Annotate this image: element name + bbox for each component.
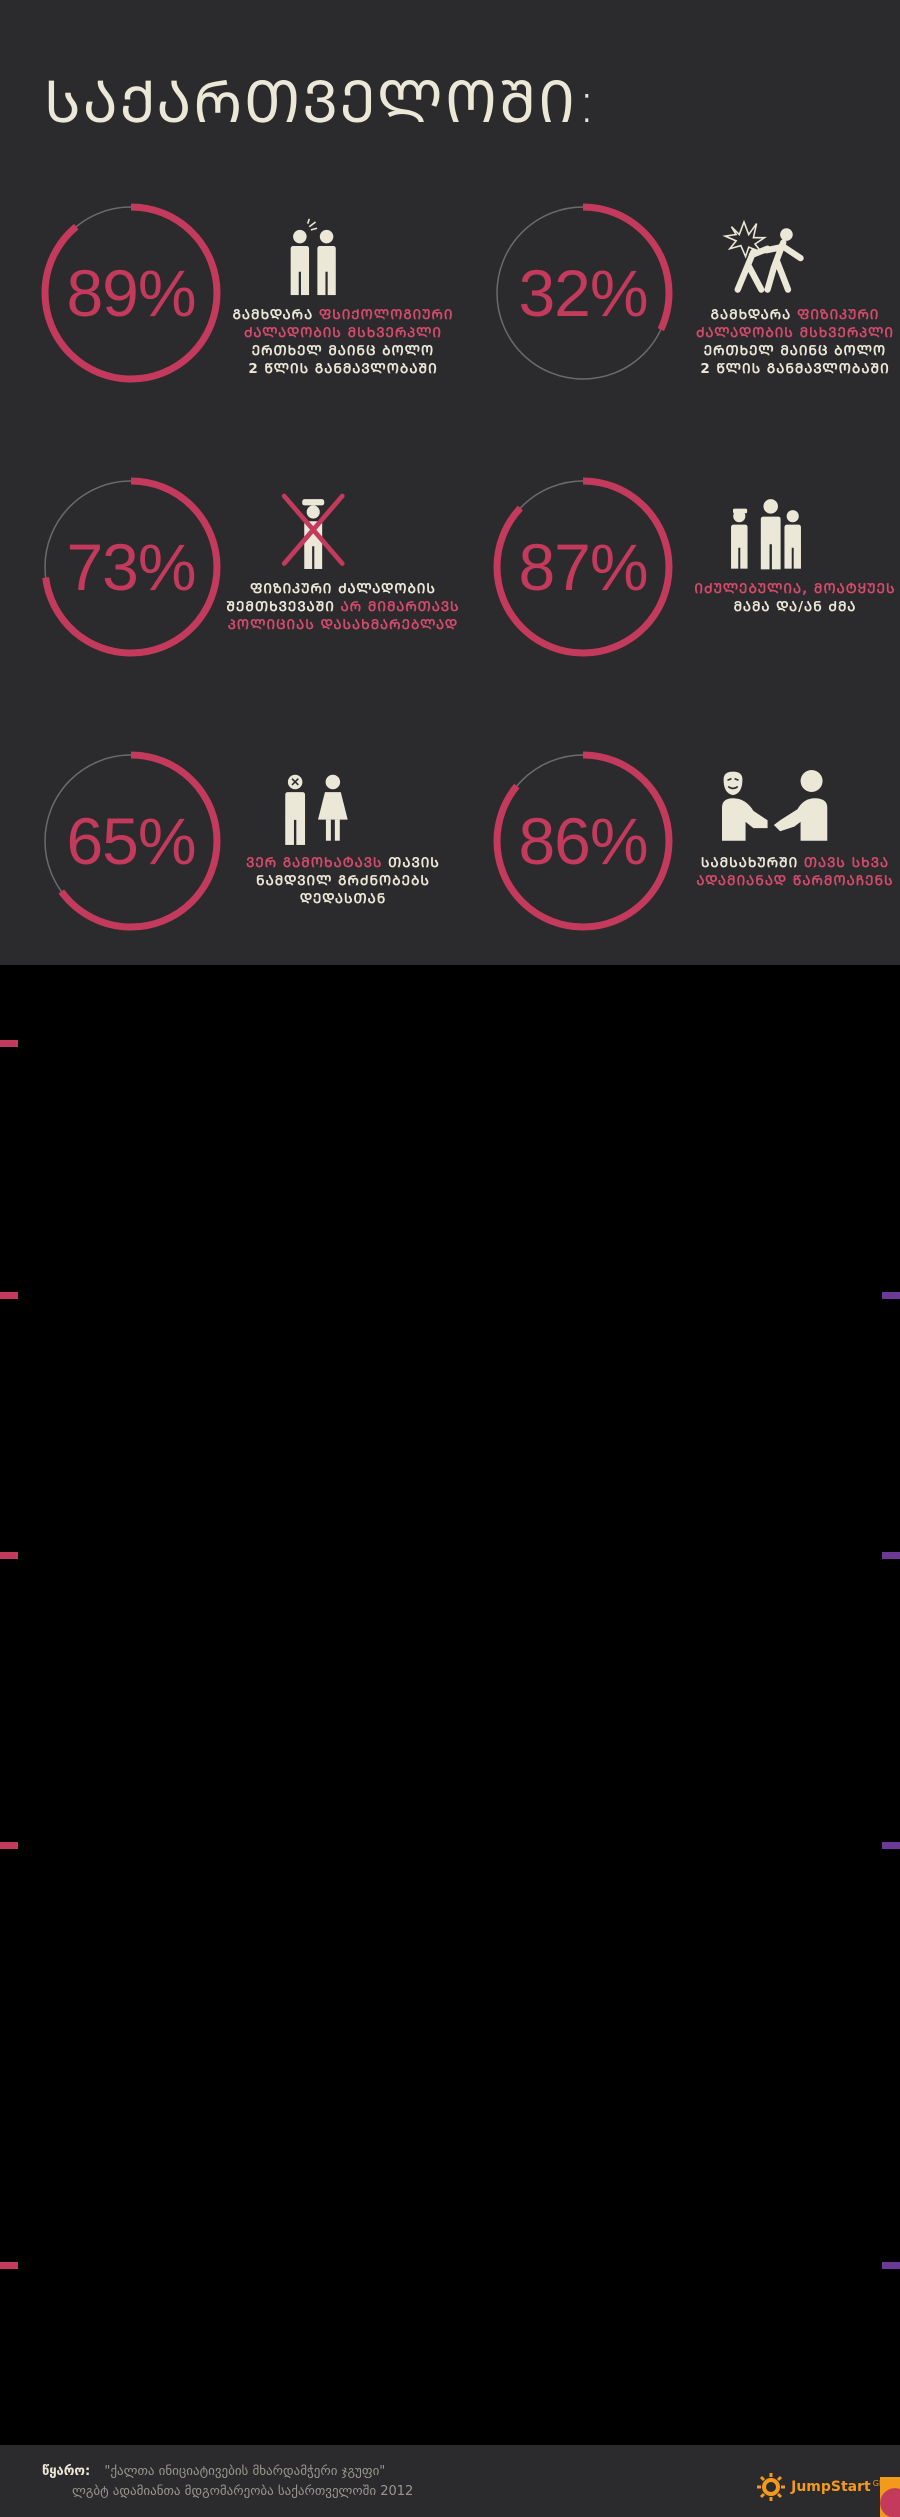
caption-text: 2 ᲬᲚᲘᲡ ᲒᲐᲜᲛᲐᲕᲚᲝᲑᲐᲨᲘ [700,361,890,377]
logo-text: JumpStart [791,2479,871,2495]
percent-value: 87% [518,530,648,604]
stat-caption: ᲡᲐᲛᲡᲐᲮᲣᲠᲨᲘ ᲗᲐᲕᲡ ᲡᲮᲕᲐ ᲐᲓᲐᲛᲘᲐᲜᲐᲓ ᲬᲐᲠᲛᲝᲐᲩᲔᲜᲡ [665,854,900,890]
caption-highlight: ᲕᲔᲠ ᲒᲐᲛᲝᲮᲐᲢᲐᲕᲡ [246,855,383,871]
caption-text: ᲨᲔᲛᲗᲮᲕᲔᲕᲐᲨᲘ [226,599,341,615]
edge-marker [882,1552,900,1559]
stat-caption: ᲒᲐᲛᲮᲓᲐᲠᲐ ᲤᲘᲖᲘᲙᲣᲠᲘ ᲫᲐᲚᲐᲓᲝᲑᲘᲡ ᲛᲡᲮᲕᲔᲠᲞᲚᲘ ᲔᲠᲗᲮ… [665,306,900,378]
stat-caption: ᲕᲔᲠ ᲒᲐᲛᲝᲮᲐᲢᲐᲕᲡ ᲗᲐᲕᲘᲡ ᲜᲐᲛᲓᲕᲘᲚ ᲒᲠᲫᲜᲝᲑᲔᲑᲡ ᲓᲔᲓ… [213,854,473,908]
caption-text: ᲔᲠᲗᲮᲔᲚ ᲛᲐᲘᲜᲪ ᲑᲝᲚᲝ [703,343,887,359]
caption-line: 2 ᲬᲚᲘᲡ ᲒᲐᲜᲛᲐᲕᲚᲝᲑᲐᲨᲘ [665,360,900,378]
caption-line: ᲔᲠᲗᲮᲔᲚ ᲛᲐᲘᲜᲪ ᲑᲝᲚᲝ [213,342,473,360]
family-men-icon [731,499,801,570]
caption-text: ᲒᲐᲛᲮᲓᲐᲠᲐ [710,307,797,323]
caption-text: ᲒᲐᲛᲮᲓᲐᲠᲐ [232,307,319,323]
jumpstart-logo[interactable]: JumpStart GE [757,2472,884,2502]
caption-text: ᲜᲐᲛᲓᲕᲘᲚ ᲒᲠᲫᲜᲝᲑᲔᲑᲡ [256,873,430,889]
percent-value: 89% [66,256,196,330]
man-woman-icon [285,774,348,845]
caption-highlight: ᲗᲐᲕᲡ ᲡᲮᲕᲐ [803,855,890,871]
caption-line: ᲤᲘᲖᲘᲙᲣᲠᲘ ᲫᲐᲚᲐᲓᲝᲑᲘᲡ [213,580,473,598]
caption-text: ᲔᲠᲗᲮᲔᲚ ᲛᲐᲘᲜᲪ ᲑᲝᲚᲝ [251,343,435,359]
caption-text: ᲛᲐᲛᲐ ᲓᲐ/ᲐᲜ ᲫᲛᲐ [733,599,857,615]
caption-line: ᲒᲐᲛᲮᲓᲐᲠᲐ ᲤᲘᲖᲘᲙᲣᲠᲘ [665,306,900,324]
caption-line: ᲞᲝᲚᲘᲪᲘᲐᲡ ᲓᲐᲡᲐᲮᲛᲐᲠᲔᲑᲚᲐᲓ [213,616,473,634]
source-title: "ქალთა ინიციატივების მხარდამჭერი ჯგუფი" [104,2464,386,2479]
sun-icon [757,2473,786,2501]
redacted-region [0,965,900,2445]
edge-marker [0,1552,18,1559]
percent-value: 65% [66,804,196,878]
edge-marker [882,2262,900,2269]
caption-text: ᲓᲔᲓᲐᲡᲗᲐᲜ [299,891,387,907]
two-men-arguing-icon [290,218,336,296]
edge-marker [0,1040,18,1047]
percent-value: 86% [518,804,648,878]
mask-handshake-icon [722,770,828,841]
logo-arc [880,2477,900,2517]
caption-highlight: ᲤᲘᲖᲘᲙᲣᲠᲘ [796,307,880,323]
caption-highlight: ᲫᲐᲚᲐᲓᲝᲑᲘᲡ ᲛᲡᲮᲕᲔᲠᲞᲚᲘ [695,325,895,341]
stat-card: 32% ᲒᲐᲛᲮᲓᲐᲠᲐ ᲤᲘᲖᲘᲙᲣᲠᲘ ᲫᲐᲚᲐᲓᲝᲑᲘᲡ ᲛᲡᲮᲕᲔᲠᲞᲚᲘ Ე… [490,200,900,400]
caption-line: 2 ᲬᲚᲘᲡ ᲒᲐᲜᲛᲐᲕᲚᲝᲑᲐᲨᲘ [213,360,473,378]
caption-highlight: ᲫᲐᲚᲐᲓᲝᲑᲘᲡ ᲛᲡᲮᲕᲔᲠᲞᲚᲘ [243,325,443,341]
caption-highlight: ᲐᲓᲐᲛᲘᲐᲜᲐᲓ ᲬᲐᲠᲛᲝᲐᲩᲔᲜᲡ [696,873,894,889]
caption-text: ᲗᲐᲕᲘᲡ [382,855,440,871]
caption-text: ᲤᲘᲖᲘᲙᲣᲠᲘ ᲫᲐᲚᲐᲓᲝᲑᲘᲡ [250,581,436,597]
edge-marker [0,1292,18,1299]
edge-marker [882,1292,900,1299]
caption-line: ᲒᲐᲛᲮᲓᲐᲠᲐ ᲤᲡᲘᲥᲝᲚᲝᲒᲘᲣᲠᲘ [213,306,473,324]
caption-text: ᲡᲐᲛᲡᲐᲮᲣᲠᲨᲘ [700,855,804,871]
percent-value: 32% [518,256,648,330]
caption-line: ᲔᲠᲗᲮᲔᲚ ᲛᲐᲘᲜᲪ ᲑᲝᲚᲝ [665,342,900,360]
stat-caption: ᲘᲫᲣᲚᲔᲑᲣᲚᲘᲐ, ᲛᲝᲐᲢᲧᲣᲔᲡ ᲛᲐᲛᲐ ᲓᲐ/ᲐᲜ ᲫᲛᲐ [665,580,900,616]
caption-line: ᲜᲐᲛᲓᲕᲘᲚ ᲒᲠᲫᲜᲝᲑᲔᲑᲡ [213,872,473,890]
physical-violence-icon [722,219,804,293]
footer: წყარო: "ქალთა ინიციატივების მხარდამჭერი … [42,2462,882,2512]
caption-line: ᲫᲐᲚᲐᲓᲝᲑᲘᲡ ᲛᲡᲮᲕᲔᲠᲞᲚᲘ [665,324,900,342]
caption-text: 2 ᲬᲚᲘᲡ ᲒᲐᲜᲛᲐᲕᲚᲝᲑᲐᲨᲘ [248,361,438,377]
caption-line: ᲛᲐᲛᲐ ᲓᲐ/ᲐᲜ ᲫᲛᲐ [665,598,900,616]
stat-card: 65% ᲕᲔᲠ ᲒᲐᲛᲝᲮᲐᲢᲐᲕᲡ ᲗᲐᲕᲘᲡ ᲜᲐᲛᲓᲕᲘᲚ ᲒᲠᲫᲜᲝᲑᲔᲑᲡ… [38,748,468,948]
stat-card: 73% ᲤᲘᲖᲘᲙᲣᲠᲘ ᲫᲐᲚᲐᲓᲝᲑᲘᲡ ᲨᲔᲛᲗᲮᲕᲔᲕᲐᲨᲘ ᲐᲠ ᲛᲘᲛᲐ… [38,474,468,674]
edge-marker [0,2262,18,2269]
percent-value: 73% [66,530,196,604]
caption-line: ᲡᲐᲛᲡᲐᲮᲣᲠᲨᲘ ᲗᲐᲕᲡ ᲡᲮᲕᲐ [665,854,900,872]
stat-caption: ᲒᲐᲛᲮᲓᲐᲠᲐ ᲤᲡᲘᲥᲝᲚᲝᲒᲘᲣᲠᲘ ᲫᲐᲚᲐᲓᲝᲑᲘᲡ ᲛᲡᲮᲕᲔᲠᲞᲚᲘ… [213,306,473,378]
edge-marker [882,1842,900,1849]
source-subtitle: ლგბტ ადამიანთა მდგომარეობა საქართველოში … [72,2484,414,2499]
stat-card: 87% ᲘᲫᲣᲚᲔᲑᲣᲚᲘᲐ, ᲛᲝᲐᲢᲧᲣᲔᲡ ᲛᲐᲛᲐ ᲓᲐ/ᲐᲜ ᲫᲛᲐ [490,474,900,674]
caption-line: ᲘᲫᲣᲚᲔᲑᲣᲚᲘᲐ, ᲛᲝᲐᲢᲧᲣᲔᲡ [665,580,900,598]
caption-line: ᲨᲔᲛᲗᲮᲕᲔᲕᲐᲨᲘ ᲐᲠ ᲛᲘᲛᲐᲠᲗᲐᲕᲡ [213,598,473,616]
stat-card: 89% ᲒᲐᲛᲮᲓᲐᲠᲐ ᲤᲡᲘᲥᲝᲚᲝᲒᲘᲣᲠᲘ ᲫᲐᲚᲐᲓᲝᲑᲘᲡ ᲛᲡᲮᲕᲔᲠ… [38,200,468,400]
caption-line: ᲕᲔᲠ ᲒᲐᲛᲝᲮᲐᲢᲐᲕᲡ ᲗᲐᲕᲘᲡ [213,854,473,872]
caption-line: ᲫᲐᲚᲐᲓᲝᲑᲘᲡ ᲛᲡᲮᲕᲔᲠᲞᲚᲘ [213,324,473,342]
stat-caption: ᲤᲘᲖᲘᲙᲣᲠᲘ ᲫᲐᲚᲐᲓᲝᲑᲘᲡ ᲨᲔᲛᲗᲮᲕᲔᲕᲐᲨᲘ ᲐᲠ ᲛᲘᲛᲐᲠᲗᲐ… [213,580,473,634]
caption-highlight: ᲞᲝᲚᲘᲪᲘᲐᲡ ᲓᲐᲡᲐᲮᲛᲐᲠᲔᲑᲚᲐᲓ [227,617,459,633]
caption-line: ᲓᲔᲓᲐᲡᲗᲐᲜ [213,890,473,908]
infographic: { "title": "ᲡᲐᲥᲐᲠᲗᲕᲔᲚᲝᲨᲘ:", "colors": { … [0,0,900,2517]
source-label: წყარო: [42,2464,91,2479]
stat-card: 86% ᲡᲐᲛᲡᲐᲮᲣᲠᲨᲘ ᲗᲐᲕᲡ ᲡᲮᲕᲐ ᲐᲓᲐᲛᲘᲐᲜᲐᲓ ᲬᲐᲠᲛᲝᲐᲩ… [490,748,900,948]
page-title: ᲡᲐᲥᲐᲠᲗᲕᲔᲚᲝᲨᲘ: [44,68,599,136]
caption-highlight: ᲘᲫᲣᲚᲔᲑᲣᲚᲘᲐ, ᲛᲝᲐᲢᲧᲣᲔᲡ [694,581,896,597]
caption-line: ᲐᲓᲐᲛᲘᲐᲜᲐᲓ ᲬᲐᲠᲛᲝᲐᲩᲔᲜᲡ [665,872,900,890]
caption-highlight: ᲤᲡᲘᲥᲝᲚᲝᲒᲘᲣᲠᲘ [318,307,454,323]
caption-highlight: ᲐᲠ ᲛᲘᲛᲐᲠᲗᲐᲕᲡ [340,599,460,615]
police-crossed-icon [281,493,345,569]
edge-marker [0,1842,18,1849]
